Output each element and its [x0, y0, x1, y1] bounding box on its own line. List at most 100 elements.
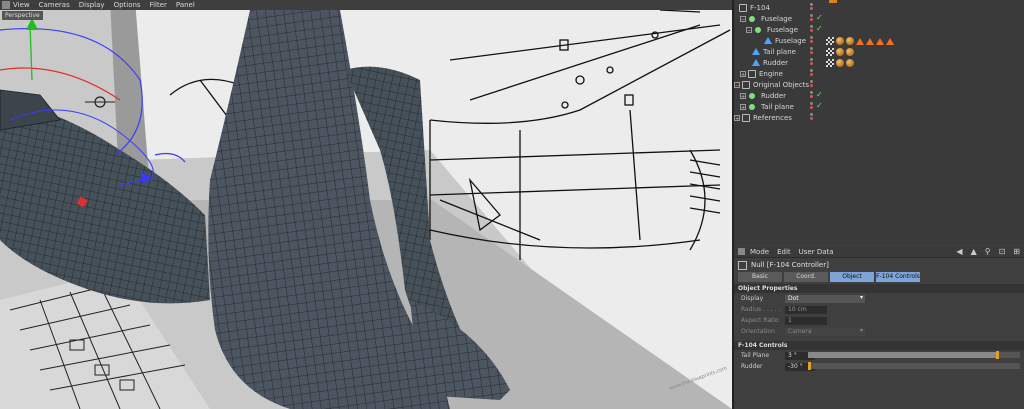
symmetry-icon: [749, 92, 755, 99]
null-icon: [748, 69, 756, 78]
selection-tag-icon[interactable]: [876, 37, 884, 45]
visibility-dots-icon[interactable]: [810, 69, 813, 76]
expand-icon[interactable]: +: [740, 70, 746, 78]
object-row-tail-plane[interactable]: Tail plane: [734, 46, 1024, 57]
object-name: Fuselage: [775, 36, 807, 45]
radius-label: Radius . . . . .: [741, 306, 781, 313]
lock-icon[interactable]: ⊡: [999, 247, 1006, 256]
menu-user-data[interactable]: User Data: [799, 248, 834, 256]
rudder-slider[interactable]: [808, 363, 1020, 369]
expand-icon[interactable]: +: [734, 114, 740, 122]
selection-tag-icon[interactable]: [866, 37, 874, 45]
orientation-row: Orientation Camera: [734, 326, 1024, 337]
symmetry-icon: [749, 15, 755, 22]
tail-plane-slider-knob[interactable]: [996, 351, 1000, 359]
enabled-check-icon[interactable]: ✓: [816, 90, 823, 99]
tail-plane-label: Tail Plane: [741, 352, 770, 359]
object-row-fuselage-mesh[interactable]: Fuselage: [734, 35, 1024, 46]
new-panel-icon[interactable]: ⊞: [1013, 247, 1020, 256]
material-tag-icon[interactable]: [836, 37, 844, 45]
search-icon[interactable]: ⚲: [985, 247, 991, 256]
aspect-ratio-row: Aspect Ratio 1: [734, 315, 1024, 326]
object-row-fuselage-child[interactable]: − Fuselage ✓: [734, 24, 1024, 35]
display-dropdown[interactable]: Dot: [785, 294, 865, 303]
back-arrow-icon[interactable]: ◀: [956, 247, 962, 256]
object-row-original-objects[interactable]: − Original Objects: [734, 79, 1024, 90]
tag-list: [826, 37, 894, 45]
selection-tag-icon[interactable]: [856, 37, 864, 45]
object-row-references[interactable]: + References: [734, 112, 1024, 123]
object-name: Rudder: [763, 58, 789, 67]
up-arrow-icon[interactable]: ▲: [971, 247, 977, 256]
object-name: Engine: [759, 69, 783, 78]
attribute-manager: Mode Edit User Data ◀ ▲ ⚲ ⊡ ⊞ Null [F-10…: [734, 246, 1024, 409]
tab-basic[interactable]: Basic: [738, 272, 782, 282]
collapse-icon[interactable]: −: [746, 26, 752, 34]
visibility-dots-icon[interactable]: [810, 113, 813, 120]
rudder-row: Rudder -30 °: [734, 361, 1024, 372]
visibility-dots-icon[interactable]: [810, 80, 813, 87]
3d-viewport[interactable]: www.the-blueprints.com View Cameras Disp…: [0, 0, 732, 409]
visibility-dots-icon[interactable]: [810, 25, 813, 32]
symmetry-icon: [755, 26, 761, 33]
object-row-original-rudder[interactable]: + Rudder ✓: [734, 90, 1024, 101]
menu-panel[interactable]: Panel: [176, 1, 195, 9]
menu-mode[interactable]: Mode: [750, 248, 769, 256]
texture-tag-icon[interactable]: [826, 37, 834, 45]
visibility-dots-icon[interactable]: [810, 58, 813, 65]
enabled-check-icon[interactable]: ✓: [816, 24, 823, 33]
viewport-grip-icon[interactable]: [2, 1, 10, 9]
visibility-dots-icon[interactable]: [810, 36, 813, 43]
menu-cameras[interactable]: Cameras: [39, 1, 70, 9]
tab-f104-controls[interactable]: F-104 Controls: [876, 272, 920, 282]
object-properties-header: Object Properties: [734, 284, 1024, 293]
object-row-engine[interactable]: + Engine: [734, 68, 1024, 79]
collapse-icon[interactable]: −: [740, 15, 746, 23]
menu-view[interactable]: View: [13, 1, 30, 9]
viewport-menubar: View Cameras Display Options Filter Pane…: [0, 0, 732, 10]
polygon-object-icon: [752, 59, 760, 66]
visibility-dots-icon[interactable]: [810, 47, 813, 54]
texture-tag-icon[interactable]: [826, 59, 834, 67]
menu-filter[interactable]: Filter: [150, 1, 167, 9]
object-row-fuselage[interactable]: − Fuselage ✓: [734, 13, 1024, 24]
visibility-dots-icon[interactable]: [810, 3, 813, 10]
radius-field[interactable]: 10 cm: [785, 305, 827, 314]
expand-icon[interactable]: +: [740, 92, 746, 100]
object-name: Tail plane: [763, 47, 796, 56]
visibility-dots-icon[interactable]: [810, 102, 813, 109]
texture-tag-icon[interactable]: [826, 48, 834, 56]
object-manager: F-104 − Fuselage ✓ − Fuselage ✓ Fuselage: [734, 0, 1024, 245]
menu-display[interactable]: Display: [79, 1, 105, 9]
viewport-camera-label: Perspective: [2, 11, 43, 20]
orientation-dropdown[interactable]: Camera: [785, 327, 865, 336]
menu-edit[interactable]: Edit: [777, 248, 791, 256]
selection-tag-icon[interactable]: [886, 37, 894, 45]
tail-plane-slider[interactable]: [808, 352, 1020, 358]
object-row-f104[interactable]: F-104: [734, 2, 1024, 13]
tab-coord[interactable]: Coord.: [784, 272, 828, 282]
attribute-grip-icon[interactable]: [738, 248, 745, 255]
visibility-dots-icon[interactable]: [810, 14, 813, 21]
material-tag-icon[interactable]: [836, 59, 844, 67]
material-tag-icon[interactable]: [836, 48, 844, 56]
expand-icon[interactable]: +: [740, 103, 746, 111]
tail-plane-row: Tail Plane 3 °: [734, 350, 1024, 361]
visibility-dots-icon[interactable]: [810, 91, 813, 98]
display-label: Display: [741, 295, 764, 302]
enabled-check-icon[interactable]: ✓: [816, 13, 823, 22]
tab-object[interactable]: Object: [830, 272, 874, 282]
aspect-ratio-field[interactable]: 1: [785, 316, 827, 325]
object-row-rudder[interactable]: Rudder: [734, 57, 1024, 68]
enabled-check-icon[interactable]: ✓: [816, 101, 823, 110]
rudder-slider-knob[interactable]: [808, 362, 811, 370]
material-tag-icon[interactable]: [846, 48, 854, 56]
null-icon: [739, 3, 747, 12]
menu-options[interactable]: Options: [114, 1, 141, 9]
object-row-original-tail-plane[interactable]: + Tail plane ✓: [734, 101, 1024, 112]
attribute-title-text: Null [F-104 Controller]: [751, 261, 829, 269]
collapse-icon[interactable]: −: [734, 81, 740, 89]
material-tag-icon[interactable]: [846, 37, 854, 45]
viewport-scene[interactable]: www.the-blueprints.com: [0, 0, 732, 409]
material-tag-icon[interactable]: [846, 59, 854, 67]
